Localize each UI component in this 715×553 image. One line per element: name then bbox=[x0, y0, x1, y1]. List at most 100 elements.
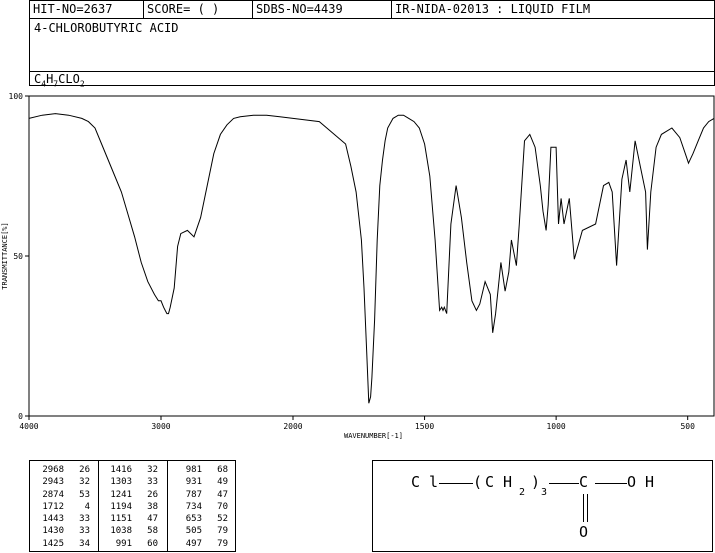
double-bond-line bbox=[583, 494, 584, 522]
peak-row: 787 47 bbox=[176, 489, 228, 501]
peak-wavenumber: 1303 bbox=[110, 477, 132, 488]
peak-row: 734 70 bbox=[176, 501, 228, 513]
peak-transmittance: 33 bbox=[79, 514, 90, 525]
hit-number: HIT-NO=2637 bbox=[33, 2, 113, 16]
peak-column: 981 68 931 49 787 47 734 70 653 52 505 79 497 79 bbox=[176, 464, 228, 550]
peak-wavenumber: 787 bbox=[185, 489, 202, 500]
peak-wavenumber: 1241 bbox=[110, 489, 132, 500]
x-tick-label: 2000 bbox=[283, 422, 302, 431]
x-tick-label: 3000 bbox=[151, 422, 170, 431]
peak-row: 1712 4 bbox=[38, 501, 90, 513]
y-axis-title: TRANSMITTANCE[%] bbox=[1, 222, 9, 289]
spectrum-header: HIT-NO=2637 SCORE= ( ) SDBS-NO=4439 IR-N… bbox=[29, 0, 715, 89]
carbon-label: C bbox=[579, 473, 589, 491]
peak-row: 1194 38 bbox=[106, 501, 158, 513]
peak-wavenumber: 497 bbox=[185, 538, 202, 549]
formula-row: C4H7CLO2 bbox=[30, 72, 714, 89]
peak-column: 2968 26 2943 32 2874 53 1712 4 1443 33 1430 33 1425 3… bbox=[38, 464, 90, 550]
peak-row: 1416 32 bbox=[106, 464, 158, 476]
methylene-label: C H bbox=[485, 473, 513, 491]
peak-wavenumber: 1151 bbox=[110, 514, 132, 525]
peak-row: 1430 33 bbox=[38, 525, 90, 537]
peak-transmittance: 53 bbox=[79, 489, 90, 500]
peak-transmittance: 52 bbox=[217, 514, 228, 525]
peak-wavenumber: 1416 bbox=[110, 465, 132, 475]
peak-wavenumber: 734 bbox=[185, 501, 202, 512]
peak-row: 505 79 bbox=[176, 525, 228, 537]
peak-column: 1416 32 1303 33 1241 26 1194 38 1151 47 1038 58 991 6… bbox=[106, 464, 158, 550]
subscript-2: 2 bbox=[519, 487, 526, 498]
peak-transmittance: 79 bbox=[217, 538, 228, 549]
peak-row: 991 60 bbox=[106, 538, 158, 550]
peak-row: 1241 26 bbox=[106, 489, 158, 501]
peak-transmittance: 33 bbox=[147, 477, 158, 488]
sdbs-number: SDBS-NO=4439 bbox=[256, 2, 343, 16]
peak-transmittance: 26 bbox=[147, 489, 158, 500]
hydroxyl-label: O H bbox=[627, 473, 655, 491]
peak-wavenumber: 981 bbox=[185, 465, 202, 475]
table-divider bbox=[98, 461, 99, 551]
peak-row: 981 68 bbox=[176, 464, 228, 476]
peak-transmittance: 33 bbox=[79, 526, 90, 537]
peak-row: 1443 33 bbox=[38, 513, 90, 525]
peak-wavenumber: 1425 bbox=[42, 538, 64, 549]
peak-wavenumber: 1712 bbox=[42, 501, 64, 512]
x-tick-label: 4000 bbox=[19, 422, 38, 431]
chlorine-label: C l bbox=[411, 473, 439, 491]
y-tick-label: 100 bbox=[9, 92, 24, 101]
peak-row: 2874 53 bbox=[38, 489, 90, 501]
molecular-formula: C4H7CLO2 bbox=[34, 72, 85, 89]
peak-transmittance: 32 bbox=[147, 465, 158, 475]
x-axis-title: WAVENUMBER[-1] bbox=[344, 432, 403, 440]
peak-transmittance: 60 bbox=[147, 538, 158, 549]
subscript-3: 3 bbox=[541, 487, 548, 498]
x-axis: 4000 3000 2000 1500 1000 500 bbox=[19, 416, 695, 431]
peak-transmittance: 49 bbox=[217, 477, 228, 488]
peak-row: 1425 34 bbox=[38, 538, 90, 550]
peak-transmittance: 68 bbox=[217, 465, 228, 475]
peak-row: 2968 26 bbox=[38, 464, 90, 476]
table-divider bbox=[167, 461, 168, 551]
peak-transmittance: 34 bbox=[79, 538, 90, 549]
y-tick-label: 0 bbox=[18, 412, 23, 421]
compound-name-row: 4-CHLOROBUTYRIC ACID bbox=[30, 19, 714, 72]
bond-line bbox=[549, 483, 579, 484]
peak-transmittance: 47 bbox=[147, 514, 158, 525]
peak-row: 931 49 bbox=[176, 476, 228, 488]
x-tick-label: 1000 bbox=[546, 422, 565, 431]
peak-row: 497 79 bbox=[176, 538, 228, 550]
peak-row: 653 52 bbox=[176, 513, 228, 525]
peak-row: 1303 33 bbox=[106, 476, 158, 488]
x-tick-label: 500 bbox=[680, 422, 695, 431]
y-tick-label: 50 bbox=[13, 252, 23, 261]
peak-transmittance: 70 bbox=[217, 501, 228, 512]
peak-row: 2943 32 bbox=[38, 476, 90, 488]
peak-wavenumber: 991 bbox=[115, 538, 132, 549]
peak-transmittance: 4 bbox=[84, 501, 90, 512]
peak-row: 1151 47 bbox=[106, 513, 158, 525]
open-paren: ( bbox=[473, 473, 483, 491]
y-axis: 0 50 100 bbox=[9, 92, 29, 421]
bond-line bbox=[439, 483, 473, 484]
peak-wavenumber: 505 bbox=[185, 526, 202, 537]
peak-transmittance: 58 bbox=[147, 526, 158, 537]
close-paren: ) bbox=[531, 473, 541, 491]
structure-diagram: C l ( C H 2 ) 3 C O H O bbox=[372, 460, 713, 552]
peak-wavenumber: 2943 bbox=[42, 477, 64, 488]
peak-wavenumber: 2874 bbox=[42, 489, 64, 500]
peak-wavenumber: 1430 bbox=[42, 526, 64, 537]
peak-transmittance: 32 bbox=[79, 477, 90, 488]
peak-wavenumber: 1443 bbox=[42, 514, 64, 525]
peak-transmittance: 38 bbox=[147, 501, 158, 512]
peak-wavenumber: 1194 bbox=[110, 501, 132, 512]
score: SCORE= ( ) bbox=[147, 2, 220, 16]
peak-wavenumber: 653 bbox=[185, 514, 202, 525]
peak-wavenumber: 1038 bbox=[110, 526, 132, 537]
peak-transmittance: 26 bbox=[79, 465, 90, 475]
peak-wavenumber: 931 bbox=[185, 477, 202, 488]
bond-line bbox=[595, 483, 627, 484]
peak-transmittance: 79 bbox=[217, 526, 228, 537]
ir-spectrum-chart: 0 50 100 4000 3000 2000 1500 1000 500 TRANSMITT… bbox=[1, 92, 715, 440]
peak-row: 1038 58 bbox=[106, 525, 158, 537]
oxygen-label: O bbox=[579, 523, 589, 541]
